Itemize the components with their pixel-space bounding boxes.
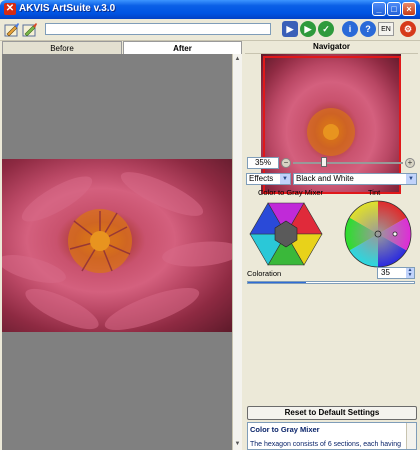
- preferences-button[interactable]: ⚙: [400, 21, 416, 37]
- settings-panel: Navigator 35% − + Effects ▼ Black and Wh…: [245, 41, 418, 450]
- coloration-slider[interactable]: [247, 281, 415, 284]
- navigator-title: Navigator: [245, 41, 418, 54]
- image-tabs: Before After: [2, 41, 242, 54]
- result-image: [2, 159, 232, 332]
- zoom-slider-track[interactable]: [293, 162, 403, 164]
- zoom-out-button[interactable]: −: [281, 158, 291, 168]
- tint-label: Tint: [368, 188, 381, 197]
- language-button[interactable]: EN: [378, 22, 394, 36]
- color-to-gray-hexagon[interactable]: [249, 199, 323, 269]
- chevron-down-icon: ▼: [406, 174, 416, 184]
- preset-dropdown-value: Black and White: [296, 174, 354, 183]
- coloration-spinbox[interactable]: 35 ▲ ▼: [377, 267, 415, 279]
- maximize-button[interactable]: □: [387, 2, 401, 16]
- save-image-icon[interactable]: [22, 22, 38, 38]
- scroll-down-arrow[interactable]: ▼: [233, 440, 242, 449]
- play-button[interactable]: ▶: [300, 21, 316, 37]
- spin-arrows-icon[interactable]: ▲ ▼: [406, 268, 414, 278]
- canvas-vertical-scrollbar[interactable]: ▲ ▼: [232, 54, 242, 450]
- apply-button[interactable]: ✓: [318, 21, 334, 37]
- help-body: The hexagon consists of 6 sections, each…: [250, 441, 401, 448]
- effects-dropdown[interactable]: Effects ▼: [246, 173, 291, 185]
- zoom-in-button[interactable]: +: [405, 158, 415, 168]
- tab-before[interactable]: Before: [2, 41, 122, 54]
- tint-color-wheel[interactable]: [343, 199, 413, 269]
- close-button[interactable]: ×: [402, 2, 416, 16]
- info-button[interactable]: i: [342, 21, 358, 37]
- help-title: Color to Gray Mixer: [250, 425, 320, 434]
- help-button[interactable]: ?: [360, 21, 376, 37]
- scroll-up-arrow[interactable]: ▲: [233, 55, 242, 64]
- help-scrollbar[interactable]: [406, 423, 416, 449]
- minimize-button[interactable]: _: [372, 2, 386, 16]
- zoom-slider-thumb[interactable]: [321, 157, 327, 167]
- app-logo-icon: ✕: [4, 3, 16, 15]
- effects-dropdown-value: Effects: [249, 174, 274, 183]
- reset-to-default-button[interactable]: Reset to Default Settings: [247, 406, 417, 420]
- coloration-slider-fill: [248, 282, 307, 283]
- water-lily-flower: [2, 172, 232, 331]
- toolbar: ▶ ▶ ✓ i ? EN ⚙: [0, 19, 420, 41]
- preset-dropdown[interactable]: Black and White ▼: [293, 173, 417, 185]
- zoom-field[interactable]: 35%: [247, 157, 279, 169]
- coloration-value: 35: [381, 268, 390, 277]
- open-image-icon[interactable]: [4, 22, 20, 38]
- window-title: AKVIS ArtSuite v.3.0: [19, 3, 116, 14]
- color-to-gray-mixer-label: Color to Gray Mixer: [258, 188, 324, 197]
- chevron-down-icon: ▼: [280, 174, 290, 184]
- coloration-label: Coloration: [247, 269, 282, 278]
- title-bar: ✕ AKVIS ArtSuite v.3.0 _ □ ×: [0, 0, 420, 19]
- run-button[interactable]: ▶: [282, 21, 298, 37]
- help-panel: Color to Gray Mixer The hexagon consists…: [247, 422, 417, 450]
- progress-bar: [45, 23, 271, 35]
- tab-after[interactable]: After: [123, 41, 242, 54]
